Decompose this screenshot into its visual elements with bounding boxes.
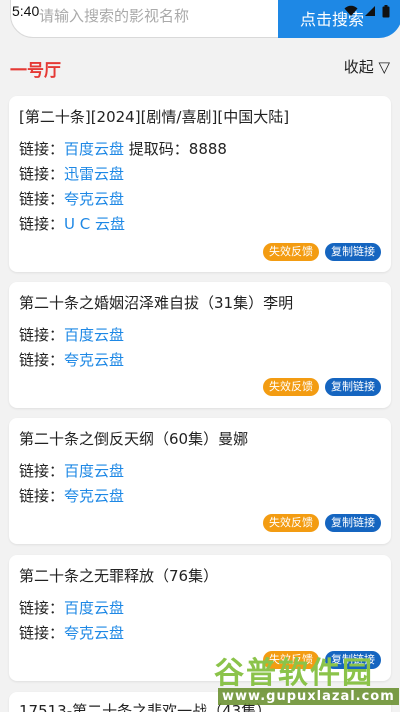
link-row: 链接：夸克云盘	[19, 485, 124, 506]
link-prefix: 链接：	[19, 462, 65, 480]
quark-pan-link[interactable]: 夸克云盘	[64, 487, 124, 505]
resource-title: 第二十条之婚姻沼泽难自拔（31集）李明	[19, 294, 294, 312]
link-row: 链接：百度云盘	[19, 597, 124, 618]
battery-icon	[382, 4, 390, 17]
resource-card: 第二十条之婚姻沼泽难自拔（31集）李明 链接：百度云盘 链接：夸克云盘 失效反馈…	[9, 282, 391, 408]
wifi-icon	[344, 5, 358, 16]
report-invalid-button[interactable]: 失效反馈	[263, 378, 319, 396]
status-icons	[344, 4, 390, 18]
resource-title: 第二十条之倒反天纲（60集）曼娜	[19, 430, 249, 448]
link-row: 链接：百度云盘	[19, 324, 124, 345]
link-prefix: 链接：	[19, 165, 65, 183]
link-row: 链接：夸克云盘	[19, 622, 124, 643]
link-prefix: 链接：	[19, 215, 65, 233]
link-prefix: 链接：	[19, 351, 65, 369]
resource-title: 第二十条之无罪释放（76集）	[19, 567, 219, 585]
card-actions: 失效反馈 复制链接	[263, 378, 381, 396]
link-row: 链接：百度云盘	[19, 460, 124, 481]
xunlei-pan-link[interactable]: 迅雷云盘	[64, 165, 124, 183]
quark-pan-link[interactable]: 夸克云盘	[64, 624, 124, 642]
link-row: 链接：夸克云盘	[19, 188, 124, 209]
link-row: 链接：U C 云盘	[19, 213, 125, 234]
card-actions: 失效反馈 复制链接	[263, 243, 381, 261]
uc-pan-link[interactable]: U C 云盘	[64, 215, 125, 233]
status-bar: 5:40	[0, 0, 400, 22]
report-invalid-button[interactable]: 失效反馈	[263, 514, 319, 532]
link-prefix: 链接：	[19, 624, 65, 642]
status-time: 5:40	[12, 3, 40, 19]
resource-title: [第二十条][2024][剧情/喜剧][中国大陆]	[19, 108, 290, 126]
copy-link-button[interactable]: 复制链接	[325, 243, 381, 261]
report-invalid-button[interactable]: 失效反馈	[263, 243, 319, 261]
copy-link-button[interactable]: 复制链接	[325, 514, 381, 532]
collapse-toggle[interactable]: 收起 ▽	[344, 56, 390, 77]
signal-icon	[365, 6, 375, 16]
link-row: 链接：夸克云盘	[19, 349, 124, 370]
link-prefix: 链接：	[19, 326, 65, 344]
link-prefix: 链接：	[19, 140, 65, 158]
extract-code: 提取码：8888	[124, 140, 227, 158]
link-row: 链接：迅雷云盘	[19, 163, 124, 184]
link-prefix: 链接：	[19, 190, 65, 208]
resource-card: 第二十条之倒反天纲（60集）曼娜 链接：百度云盘 链接：夸克云盘 失效反馈 复制…	[9, 418, 391, 544]
watermark-logo: 谷普软件园 www.gupuxlazal.com	[210, 648, 400, 712]
baidu-pan-link[interactable]: 百度云盘	[64, 462, 124, 480]
resource-card: [第二十条][2024][剧情/喜剧][中国大陆] 链接：百度云盘 提取码：88…	[9, 96, 391, 272]
link-prefix: 链接：	[19, 487, 65, 505]
watermark-title: 谷普软件园	[214, 656, 374, 691]
baidu-pan-link[interactable]: 百度云盘	[64, 326, 124, 344]
baidu-pan-link[interactable]: 百度云盘	[64, 140, 124, 158]
link-row: 链接：百度云盘 提取码：8888	[19, 138, 227, 159]
link-prefix: 链接：	[19, 599, 65, 617]
card-actions: 失效反馈 复制链接	[263, 514, 381, 532]
quark-pan-link[interactable]: 夸克云盘	[64, 351, 124, 369]
hall-title: 一号厅	[10, 61, 61, 81]
watermark-url: www.gupuxlazal.com	[218, 688, 399, 705]
quark-pan-link[interactable]: 夸克云盘	[64, 190, 124, 208]
copy-link-button[interactable]: 复制链接	[325, 378, 381, 396]
baidu-pan-link[interactable]: 百度云盘	[64, 599, 124, 617]
